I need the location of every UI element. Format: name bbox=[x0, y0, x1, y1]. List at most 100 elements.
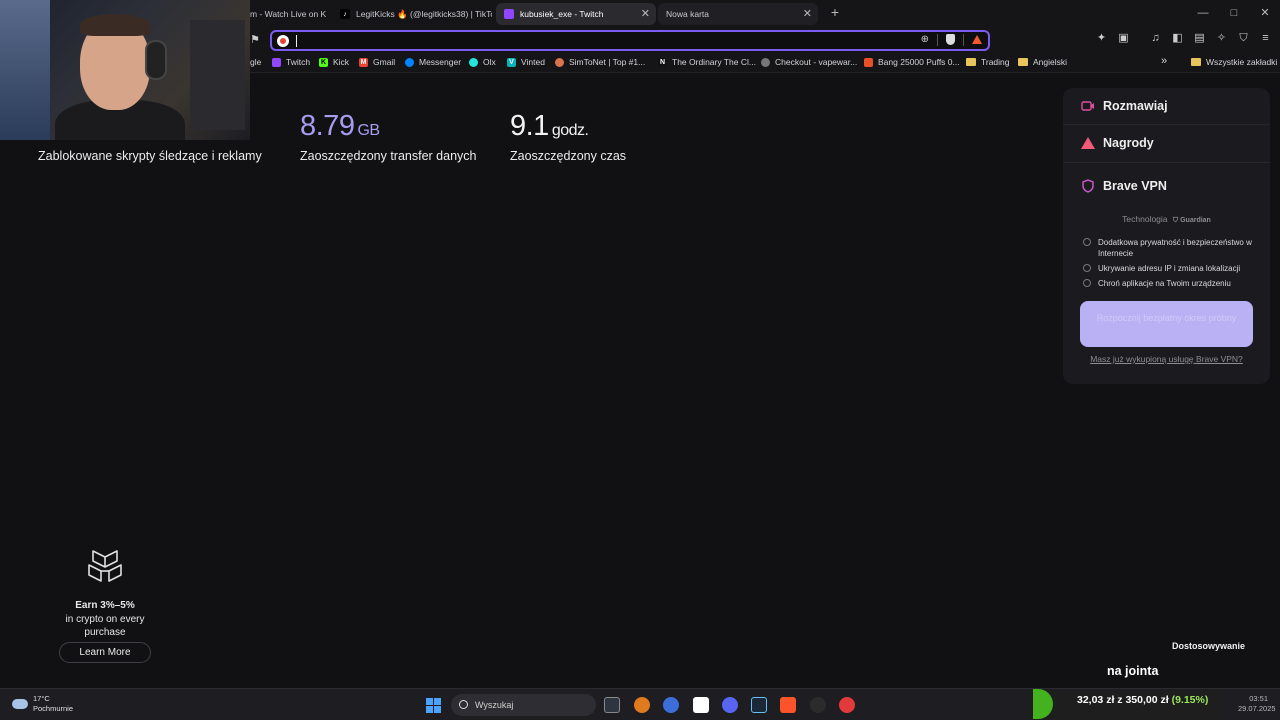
bookmark-folder-angielski[interactable]: Angielski bbox=[1018, 57, 1067, 67]
close-tab-icon[interactable]: ✕ bbox=[803, 7, 812, 21]
google-icon bbox=[277, 35, 289, 47]
extensions-icon[interactable]: ✦ bbox=[1095, 32, 1108, 45]
toolbar-right: ✦ ▣ ♫ ◧ ▤ ✧ ⛉ ≡ bbox=[1095, 32, 1272, 45]
vpn-icon[interactable]: ⛉ bbox=[1237, 32, 1250, 45]
olx-icon bbox=[469, 57, 478, 67]
browser-icon[interactable] bbox=[663, 697, 679, 713]
fl-studio-icon[interactable] bbox=[634, 697, 650, 713]
stat-unit: godz. bbox=[551, 122, 589, 139]
obs-icon[interactable] bbox=[839, 697, 855, 713]
video-camera-icon bbox=[1081, 101, 1094, 111]
address-bar[interactable]: ⊕ bbox=[270, 30, 990, 51]
sidebar-icon[interactable]: ◧ bbox=[1171, 32, 1184, 45]
vpn-feature: Chroń aplikacje na Twoim urządzeniu bbox=[1083, 278, 1263, 289]
media-icon[interactable]: ♫ bbox=[1149, 32, 1162, 45]
zoom-icon[interactable]: ⊕ bbox=[921, 33, 929, 47]
close-window-button[interactable]: ✕ bbox=[1250, 4, 1280, 22]
vpn-shield-icon bbox=[1082, 179, 1094, 193]
brave-browser-icon[interactable] bbox=[780, 697, 796, 713]
terminal-icon[interactable] bbox=[604, 697, 620, 713]
cloud-icon bbox=[12, 699, 28, 709]
bookmark-kick[interactable]: K Kick bbox=[319, 57, 349, 67]
tab-title: kubusiek_exe - Twitch bbox=[520, 9, 604, 19]
tech-label: Technologia bbox=[1122, 214, 1168, 224]
rewards-widget[interactable]: Nagrody bbox=[1081, 136, 1154, 150]
vpn-widget[interactable]: Brave VPN bbox=[1081, 179, 1167, 193]
clock-date: 29.07.2025 bbox=[1238, 704, 1276, 713]
bookmark-vinted[interactable]: V Vinted bbox=[507, 57, 545, 67]
bookmark-messenger[interactable]: Messenger bbox=[405, 57, 461, 67]
search-placeholder: Wyszukaj bbox=[475, 700, 514, 710]
bookmarks-overflow-button[interactable]: » bbox=[1161, 55, 1167, 67]
tab-new-tab[interactable]: Nowa karta ✕ bbox=[658, 3, 818, 25]
rewards-label: Nagrody bbox=[1103, 136, 1154, 150]
bookmark-simtonet[interactable]: SimToNet | Top #1... bbox=[555, 57, 645, 67]
bookmark-olx[interactable]: Olx bbox=[469, 57, 496, 67]
wallet-icon[interactable]: ▤ bbox=[1193, 32, 1206, 45]
menu-icon[interactable]: ≡ bbox=[1259, 32, 1272, 45]
taskbar-clock[interactable]: 03:51 29.07.2025 bbox=[1238, 694, 1276, 714]
bookmark-label: Angielski bbox=[1033, 57, 1068, 67]
brave-rewards-icon[interactable] bbox=[972, 35, 982, 44]
tab-title: m - Watch Live on K bbox=[250, 9, 326, 19]
bookmark-google[interactable]: gle bbox=[250, 57, 261, 67]
learn-more-button[interactable]: Learn More bbox=[59, 642, 151, 663]
screenshot-icon[interactable]: ▣ bbox=[1117, 32, 1130, 45]
brave-side-panel: Rozmawiaj Nagrody Brave VPN Technologia … bbox=[1063, 88, 1270, 384]
stat-label-time: Zaoszczędzony czas bbox=[510, 149, 627, 163]
bookmark-label: Trading bbox=[981, 57, 1010, 67]
bookmark-checkout[interactable]: Checkout - vapewar... bbox=[761, 57, 857, 67]
talk-widget[interactable]: Rozmawiaj bbox=[1081, 99, 1168, 113]
stream-overlay-text: na jointa bbox=[1107, 664, 1159, 678]
cam-person-hair bbox=[80, 14, 150, 36]
tab-twitch[interactable]: kubusiek_exe - Twitch ✕ bbox=[496, 3, 656, 25]
bookmark-label: Messenger bbox=[419, 57, 462, 67]
bookmark-the-ordinary[interactable]: N The Ordinary The Cl... bbox=[658, 57, 756, 67]
start-free-trial-button[interactable]: Rozpocznij bezpłatny okres próbny bbox=[1080, 301, 1253, 347]
folder-icon bbox=[966, 58, 976, 66]
gmail-icon: M bbox=[359, 57, 368, 67]
app-icon[interactable] bbox=[810, 697, 826, 713]
check-icon bbox=[1083, 264, 1091, 272]
feature-text: Dodatkowa prywatność i bezpieczeństwo w … bbox=[1098, 238, 1252, 258]
stat-unit: GB bbox=[357, 122, 380, 139]
bookmark-label: SimToNet | Top #1... bbox=[569, 57, 646, 67]
notion-icon[interactable] bbox=[693, 697, 709, 713]
bookmark-twitch[interactable]: Twitch bbox=[272, 57, 310, 67]
simtonet-icon bbox=[555, 57, 564, 67]
goal-amount: 32,03 zł bbox=[1077, 694, 1115, 706]
bookmark-folder-trading[interactable]: Trading bbox=[966, 57, 1010, 67]
bookmark-label: Olx bbox=[483, 57, 496, 67]
minimize-button[interactable]: — bbox=[1188, 4, 1218, 22]
tab-tiktok[interactable]: ♪ LegitKicks 🔥 (@legitkicks38) | TikTok bbox=[332, 3, 492, 25]
customize-button[interactable]: Dostosowywanie bbox=[1172, 641, 1245, 651]
guardian-label: Guardian bbox=[1180, 217, 1211, 224]
discord-icon[interactable] bbox=[722, 697, 738, 713]
clock-time: 03:51 bbox=[1249, 694, 1268, 703]
weather-condition: Pochmurnie bbox=[33, 704, 74, 713]
close-tab-icon[interactable]: ✕ bbox=[641, 7, 650, 21]
brave-shields-icon[interactable] bbox=[946, 34, 955, 45]
bookmark-bang[interactable]: Bang 25000 Puffs 0... bbox=[864, 57, 960, 67]
tab-kick[interactable]: m - Watch Live on K bbox=[250, 3, 326, 25]
already-purchased-link[interactable]: Masz już wykupioną usługę Brave VPN? bbox=[1063, 354, 1270, 364]
bookmark-label: Kick bbox=[333, 57, 350, 67]
weather-widget[interactable]: 17°C Pochmurnie bbox=[12, 694, 73, 714]
leo-ai-icon[interactable]: ✧ bbox=[1215, 32, 1228, 45]
steam-icon[interactable] bbox=[751, 697, 767, 713]
goal-connector: z bbox=[1117, 694, 1123, 706]
bookmark-gmail[interactable]: M Gmail bbox=[359, 57, 395, 67]
new-tab-button[interactable]: + bbox=[820, 3, 850, 21]
goal-progress-icon bbox=[1033, 689, 1053, 719]
windows-taskbar: 17°C Pochmurnie Wyszukaj 32,03 zł z 350,… bbox=[0, 688, 1280, 720]
bookmark-label: Wszystkie zakładki bbox=[1206, 57, 1278, 67]
bookmark-icon[interactable]: ⚑ bbox=[250, 33, 260, 46]
all-bookmarks-folder[interactable]: Wszystkie zakładki bbox=[1191, 57, 1277, 67]
taskbar-search[interactable]: Wyszukaj bbox=[451, 694, 596, 716]
divider bbox=[1063, 162, 1270, 163]
windows-start-icon[interactable] bbox=[426, 698, 441, 713]
stat-label-bandwidth: Zaoszczędzony transfer danych bbox=[300, 149, 477, 163]
folder-icon bbox=[1018, 58, 1028, 66]
maximize-button[interactable]: □ bbox=[1219, 4, 1249, 22]
goal-target: 350,00 zł bbox=[1125, 694, 1169, 706]
